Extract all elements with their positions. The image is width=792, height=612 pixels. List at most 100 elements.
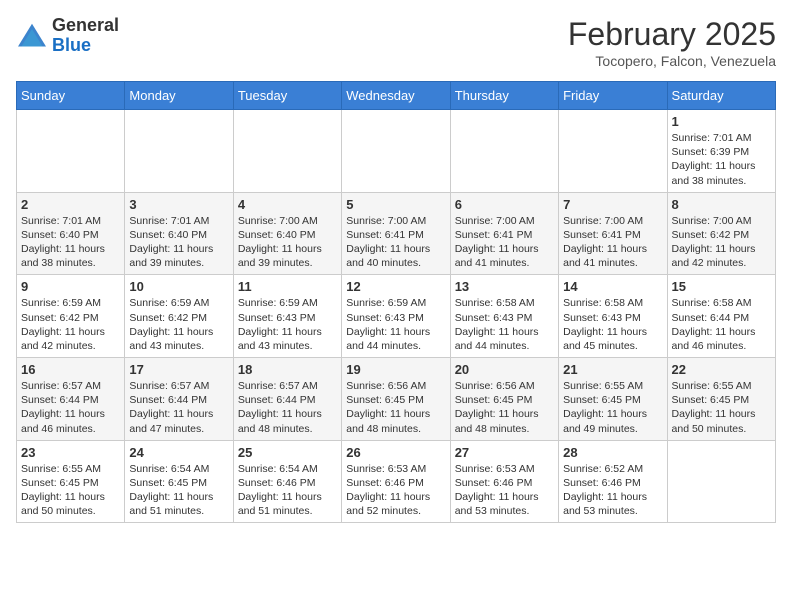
calendar-week-row: 23Sunrise: 6:55 AM Sunset: 6:45 PM Dayli… xyxy=(17,440,776,523)
day-number: 6 xyxy=(455,197,554,212)
day-number: 1 xyxy=(672,114,771,129)
calendar-cell: 1 Sunrise: 7:01 AM Sunset: 6:39 PM Daylig… xyxy=(667,110,775,193)
calendar-week-row: 1 Sunrise: 7:01 AM Sunset: 6:39 PM Daylig… xyxy=(17,110,776,193)
title-block: February 2025 Tocopero, Falcon, Venezuel… xyxy=(568,16,776,69)
calendar-cell: 14 Sunrise: 6:58 AM Sunset: 6:43 PM Dayli… xyxy=(559,275,667,358)
day-number: 17 xyxy=(129,362,228,377)
calendar-cell: 16 Sunrise: 6:57 AM Sunset: 6:44 PM Dayli… xyxy=(17,358,125,441)
day-number: 12 xyxy=(346,279,445,294)
calendar-cell: 10 Sunrise: 6:59 AM Sunset: 6:42 PM Dayli… xyxy=(125,275,233,358)
day-number: 22 xyxy=(672,362,771,377)
day-number: 21 xyxy=(563,362,662,377)
calendar-week-row: 9 Sunrise: 6:59 AM Sunset: 6:42 PM Daylig… xyxy=(17,275,776,358)
calendar-cell: 28 Sunrise: 6:52 AM Sunset: 6:46 PM Dayli… xyxy=(559,440,667,523)
day-info: Sunrise: 6:55 AM Sunset: 6:45 PM Dayligh… xyxy=(563,379,662,436)
day-info: Sunrise: 6:58 AM Sunset: 6:43 PM Dayligh… xyxy=(455,296,554,353)
calendar-cell: 27 Sunrise: 6:53 AM Sunset: 6:46 PM Dayli… xyxy=(450,440,558,523)
day-info: Sunrise: 7:00 AM Sunset: 6:41 PM Dayligh… xyxy=(346,214,445,271)
calendar-table: SundayMondayTuesdayWednesdayThursdayFrid… xyxy=(16,81,776,523)
col-header-saturday: Saturday xyxy=(667,82,775,110)
day-number: 9 xyxy=(21,279,120,294)
calendar-cell xyxy=(233,110,341,193)
page-header: General Blue February 2025 Tocopero, Fal… xyxy=(16,16,776,69)
day-info: Sunrise: 6:55 AM Sunset: 6:45 PM Dayligh… xyxy=(672,379,771,436)
day-number: 26 xyxy=(346,445,445,460)
day-number: 25 xyxy=(238,445,337,460)
calendar-cell: 25 Sunrise: 6:54 AM Sunset: 6:46 PM Dayli… xyxy=(233,440,341,523)
calendar-cell: 13 Sunrise: 6:58 AM Sunset: 6:43 PM Dayli… xyxy=(450,275,558,358)
calendar-cell xyxy=(125,110,233,193)
calendar-cell xyxy=(450,110,558,193)
calendar-cell: 4Sunrise: 7:00 AM Sunset: 6:40 PM Daylig… xyxy=(233,192,341,275)
location: Tocopero, Falcon, Venezuela xyxy=(568,53,776,69)
month-title: February 2025 xyxy=(568,16,776,53)
calendar-cell: 3 Sunrise: 7:01 AM Sunset: 6:40 PM Daylig… xyxy=(125,192,233,275)
calendar-cell xyxy=(667,440,775,523)
day-number: 2 xyxy=(21,197,120,212)
calendar-cell xyxy=(342,110,450,193)
calendar-cell: 17 Sunrise: 6:57 AM Sunset: 6:44 PM Dayli… xyxy=(125,358,233,441)
day-number: 10 xyxy=(129,279,228,294)
day-number: 7 xyxy=(563,197,662,212)
day-info: Sunrise: 6:52 AM Sunset: 6:46 PM Dayligh… xyxy=(563,462,662,519)
day-info: Sunrise: 7:01 AM Sunset: 6:39 PM Dayligh… xyxy=(672,131,771,188)
day-info: Sunrise: 6:53 AM Sunset: 6:46 PM Dayligh… xyxy=(346,462,445,519)
calendar-cell: 22 Sunrise: 6:55 AM Sunset: 6:45 PM Dayli… xyxy=(667,358,775,441)
day-number: 14 xyxy=(563,279,662,294)
calendar-cell: 12 Sunrise: 6:59 AM Sunset: 6:43 PM Dayli… xyxy=(342,275,450,358)
calendar-cell: 9 Sunrise: 6:59 AM Sunset: 6:42 PM Daylig… xyxy=(17,275,125,358)
day-info: Sunrise: 6:56 AM Sunset: 6:45 PM Dayligh… xyxy=(455,379,554,436)
day-number: 28 xyxy=(563,445,662,460)
day-info: Sunrise: 7:00 AM Sunset: 6:42 PM Dayligh… xyxy=(672,214,771,271)
day-number: 24 xyxy=(129,445,228,460)
calendar-header-row: SundayMondayTuesdayWednesdayThursdayFrid… xyxy=(17,82,776,110)
day-info: Sunrise: 6:56 AM Sunset: 6:45 PM Dayligh… xyxy=(346,379,445,436)
calendar-cell: 21 Sunrise: 6:55 AM Sunset: 6:45 PM Dayli… xyxy=(559,358,667,441)
calendar-cell: 18Sunrise: 6:57 AM Sunset: 6:44 PM Dayli… xyxy=(233,358,341,441)
calendar-cell xyxy=(17,110,125,193)
day-number: 23 xyxy=(21,445,120,460)
calendar-cell: 19 Sunrise: 6:56 AM Sunset: 6:45 PM Dayli… xyxy=(342,358,450,441)
col-header-tuesday: Tuesday xyxy=(233,82,341,110)
day-number: 20 xyxy=(455,362,554,377)
logo-general: General xyxy=(52,16,119,36)
calendar-cell: 26 Sunrise: 6:53 AM Sunset: 6:46 PM Dayli… xyxy=(342,440,450,523)
day-number: 5 xyxy=(346,197,445,212)
day-info: Sunrise: 6:57 AM Sunset: 6:44 PM Dayligh… xyxy=(21,379,120,436)
day-info: Sunrise: 7:00 AM Sunset: 6:41 PM Dayligh… xyxy=(563,214,662,271)
logo-icon xyxy=(16,22,48,50)
calendar-cell: 6 Sunrise: 7:00 AM Sunset: 6:41 PM Daylig… xyxy=(450,192,558,275)
calendar-cell: 7 Sunrise: 7:00 AM Sunset: 6:41 PM Daylig… xyxy=(559,192,667,275)
logo: General Blue xyxy=(16,16,119,56)
day-number: 8 xyxy=(672,197,771,212)
calendar-cell: 2 Sunrise: 7:01 AM Sunset: 6:40 PM Daylig… xyxy=(17,192,125,275)
day-number: 16 xyxy=(21,362,120,377)
day-info: Sunrise: 6:57 AM Sunset: 6:44 PM Dayligh… xyxy=(238,379,337,436)
day-info: Sunrise: 7:01 AM Sunset: 6:40 PM Dayligh… xyxy=(21,214,120,271)
logo-blue: Blue xyxy=(52,36,119,56)
day-info: Sunrise: 6:57 AM Sunset: 6:44 PM Dayligh… xyxy=(129,379,228,436)
calendar-cell: 5 Sunrise: 7:00 AM Sunset: 6:41 PM Daylig… xyxy=(342,192,450,275)
day-number: 13 xyxy=(455,279,554,294)
day-info: Sunrise: 6:53 AM Sunset: 6:46 PM Dayligh… xyxy=(455,462,554,519)
calendar-cell: 8 Sunrise: 7:00 AM Sunset: 6:42 PM Daylig… xyxy=(667,192,775,275)
calendar-week-row: 16 Sunrise: 6:57 AM Sunset: 6:44 PM Dayli… xyxy=(17,358,776,441)
day-info: Sunrise: 6:59 AM Sunset: 6:42 PM Dayligh… xyxy=(129,296,228,353)
day-info: Sunrise: 6:59 AM Sunset: 6:42 PM Dayligh… xyxy=(21,296,120,353)
day-info: Sunrise: 6:59 AM Sunset: 6:43 PM Dayligh… xyxy=(346,296,445,353)
day-info: Sunrise: 6:58 AM Sunset: 6:43 PM Dayligh… xyxy=(563,296,662,353)
day-info: Sunrise: 7:00 AM Sunset: 6:41 PM Dayligh… xyxy=(455,214,554,271)
day-number: 27 xyxy=(455,445,554,460)
day-info: Sunrise: 7:01 AM Sunset: 6:40 PM Dayligh… xyxy=(129,214,228,271)
col-header-monday: Monday xyxy=(125,82,233,110)
day-info: Sunrise: 6:58 AM Sunset: 6:44 PM Dayligh… xyxy=(672,296,771,353)
calendar-cell: 11Sunrise: 6:59 AM Sunset: 6:43 PM Dayli… xyxy=(233,275,341,358)
day-number: 11 xyxy=(238,279,337,294)
day-number: 3 xyxy=(129,197,228,212)
day-number: 19 xyxy=(346,362,445,377)
day-info: Sunrise: 6:54 AM Sunset: 6:46 PM Dayligh… xyxy=(238,462,337,519)
col-header-friday: Friday xyxy=(559,82,667,110)
calendar-cell: 15Sunrise: 6:58 AM Sunset: 6:44 PM Dayli… xyxy=(667,275,775,358)
calendar-cell xyxy=(559,110,667,193)
day-info: Sunrise: 6:54 AM Sunset: 6:45 PM Dayligh… xyxy=(129,462,228,519)
